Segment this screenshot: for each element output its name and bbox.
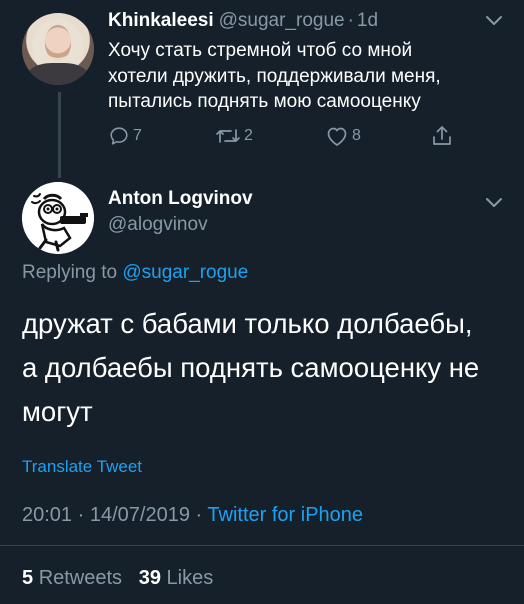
meta-separator: · (195, 504, 203, 526)
like-icon (327, 127, 347, 146)
tweet-meta: 20:01 · 14/07/2019 · Twitter for iPhone (22, 504, 363, 527)
like-button[interactable]: 8 (325, 125, 430, 147)
main-tweet-text: дружат с бабами только долбаебы, а долба… (22, 302, 512, 434)
parent-header-separator: · (347, 10, 354, 31)
likes-count: 39 (138, 567, 161, 589)
parent-text-line: пытались поднять мою самооценку (108, 91, 421, 112)
main-author-name[interactable]: Anton Logvinov (108, 188, 504, 212)
share-icon (433, 126, 451, 145)
main-author-handle[interactable]: @alogvinov (108, 214, 504, 236)
avatar-khinkaleesi[interactable] (22, 13, 94, 85)
likes-label: Likes (166, 567, 214, 589)
parent-author-handle[interactable]: @sugar_rogue (219, 10, 345, 32)
replying-prefix: Replying to (22, 262, 118, 283)
meta-separator: · (77, 504, 85, 526)
share-button[interactable] (430, 124, 454, 148)
retweet-icon (216, 129, 240, 143)
cartoon-avatar-icon (22, 182, 94, 254)
parent-tweet-age: 1d (356, 10, 379, 31)
main-text-line: дружат с бабами только долбаебы, (22, 308, 473, 339)
retweets-count: 5 (22, 567, 34, 589)
reply-count: 7 (133, 127, 142, 144)
chevron-down-icon[interactable] (484, 14, 504, 28)
stats-divider (0, 545, 524, 546)
tweet-time: 20:01 (22, 504, 73, 526)
likes-stat[interactable]: 39 Likes (139, 567, 214, 589)
retweets-stat[interactable]: 5 Retweets (22, 567, 122, 589)
retweet-button[interactable]: 2 (215, 125, 325, 147)
avatar-alogvinov[interactable] (22, 182, 94, 254)
main-text-line: а долбаебы поднять самооценку не (22, 352, 480, 383)
tweet-date: 14/07/2019 (89, 504, 190, 526)
parent-author-name[interactable]: Khinkaleesi (108, 10, 214, 32)
reply-icon (110, 127, 128, 145)
main-text-line: могут (22, 396, 93, 427)
like-count: 8 (352, 127, 361, 144)
reply-button[interactable]: 7 (108, 125, 215, 147)
main-tweet-header: Anton Logvinov @alogvinov (108, 188, 504, 236)
replying-mention-link[interactable]: @sugar_rogue (122, 262, 248, 283)
tweet-source-link[interactable]: Twitter for iPhone (207, 504, 363, 526)
parent-tweet-text: Хочу стать стремной чтоб со мной хотели … (108, 38, 504, 115)
thread-connector-line (58, 92, 61, 178)
retweet-count: 2 (244, 127, 253, 144)
retweets-label: Retweets (38, 567, 123, 589)
parent-tweet-header: Khinkaleesi @sugar_rogue · 1d (108, 10, 504, 36)
tweet-stats: 5 Retweets 39 Likes (22, 567, 213, 590)
chevron-down-icon[interactable] (484, 196, 504, 210)
parent-text-line: хотели дружить, поддерживали меня, (108, 65, 441, 87)
replying-to: Replying to @sugar_rogue (22, 262, 248, 284)
avatar-body (28, 63, 88, 85)
parent-text-line: Хочу стать стремной чтоб со мной (108, 40, 413, 61)
translate-tweet-link[interactable]: Translate Tweet (22, 457, 142, 477)
parent-tweet-actions: 7 2 8 (108, 124, 454, 148)
parent-tweet[interactable]: Khinkaleesi @sugar_rogue · 1d Хочу стать… (108, 10, 504, 115)
